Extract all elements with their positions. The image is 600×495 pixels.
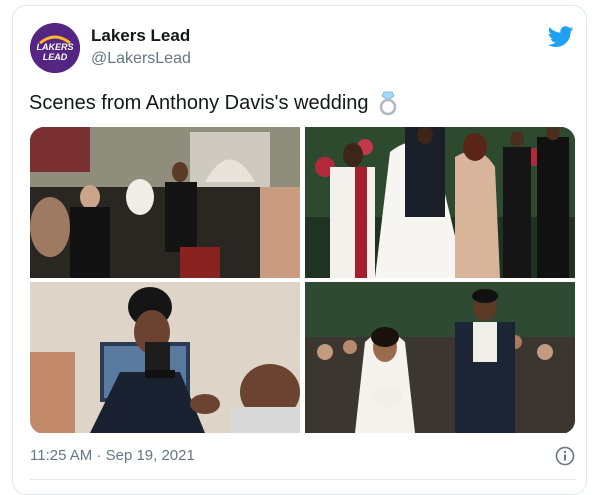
lakers-lead-logo: LAKERS LEAD [30, 23, 80, 73]
info-icon[interactable] [555, 446, 575, 466]
account-handle[interactable]: @LakersLead [91, 50, 191, 68]
media-grid[interactable] [30, 127, 575, 434]
divider [30, 479, 575, 480]
tweet-timestamp[interactable]: 11:25 AM · Sep 19, 2021 [30, 447, 195, 464]
photo-wedding-ceremony-crowd[interactable] [30, 127, 300, 278]
svg-text:LAKERS: LAKERS [36, 42, 73, 52]
photo-groom-adjusting-bowtie[interactable] [30, 282, 300, 433]
tweet-body: Scenes from Anthony Davis's wedding [29, 91, 369, 114]
tweet-text: Scenes from Anthony Davis's wedding [29, 90, 399, 116]
photo-bride-groom-walking[interactable] [305, 282, 575, 433]
display-name[interactable]: Lakers Lead [91, 26, 190, 46]
avatar[interactable]: LAKERS LEAD [30, 23, 80, 73]
ring-icon [379, 91, 396, 116]
svg-text:LEAD: LEAD [43, 52, 68, 62]
photo-bride-groom-officiant[interactable] [305, 127, 575, 278]
twitter-bird-icon[interactable] [548, 26, 574, 48]
tweet-card[interactable]: LAKERS LEAD Lakers Lead @LakersLead Scen… [12, 5, 587, 495]
